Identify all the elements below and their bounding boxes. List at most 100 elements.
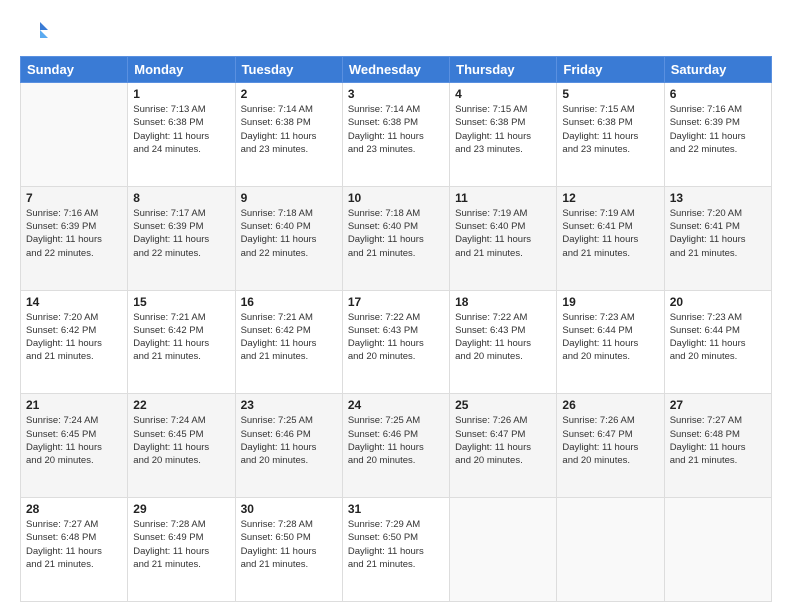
calendar-cell: 9Sunrise: 7:18 AMSunset: 6:40 PMDaylight… [235, 186, 342, 290]
day-number: 12 [562, 191, 658, 205]
calendar-cell: 29 Sunrise: 7:28 AMSunset: 6:49 PMDayligh… [128, 498, 235, 602]
day-info: Sunrise: 7:25 AMSunset: 6:46 PMDaylight:… [241, 414, 337, 467]
day-number: 10 [348, 191, 444, 205]
day-info: Sunrise: 7:25 AMSunset: 6:46 PMDaylight:… [348, 414, 444, 467]
day-number: 14 [26, 295, 122, 309]
calendar-cell: 16 Sunrise: 7:21 AMSunset: 6:42 PMDayligh… [235, 290, 342, 394]
day-number: 9 [241, 191, 337, 205]
day-number: 22 [133, 398, 229, 412]
day-number: 19 [562, 295, 658, 309]
calendar-cell: 4Sunrise: 7:15 AMSunset: 6:38 PMDaylight… [450, 83, 557, 187]
day-info: Sunrise: 7:23 AMSunset: 6:44 PMDaylight:… [562, 311, 658, 364]
day-info: Sunrise: 7:14 AMSunset: 6:38 PMDaylight:… [348, 103, 444, 156]
calendar-header-tuesday: Tuesday [235, 57, 342, 83]
logo-icon [20, 18, 48, 46]
day-info: Sunrise: 7:19 AMSunset: 6:40 PMDaylight:… [455, 207, 551, 260]
day-number: 23 [241, 398, 337, 412]
calendar-cell [557, 498, 664, 602]
calendar-cell: 31 Sunrise: 7:29 AMSunset: 6:50 PMDayligh… [342, 498, 449, 602]
calendar-cell: 23 Sunrise: 7:25 AMSunset: 6:46 PMDayligh… [235, 394, 342, 498]
calendar-cell: 3 Sunrise: 7:14 AMSunset: 6:38 PMDaylight… [342, 83, 449, 187]
day-number: 18 [455, 295, 551, 309]
day-number: 3 [348, 87, 444, 101]
calendar-cell: 8 Sunrise: 7:17 AMSunset: 6:39 PMDaylight… [128, 186, 235, 290]
day-info: Sunrise: 7:22 AMSunset: 6:43 PMDaylight:… [348, 311, 444, 364]
calendar-table: SundayMondayTuesdayWednesdayThursdayFrid… [20, 56, 772, 602]
calendar-cell: 5 Sunrise: 7:15 AMSunset: 6:38 PMDaylight… [557, 83, 664, 187]
day-number: 8 [133, 191, 229, 205]
day-info: Sunrise: 7:13 AMSunset: 6:38 PMDaylight:… [133, 103, 229, 156]
header [20, 18, 772, 46]
calendar-cell: 18 Sunrise: 7:22 AMSunset: 6:43 PMDayligh… [450, 290, 557, 394]
day-info: Sunrise: 7:22 AMSunset: 6:43 PMDaylight:… [455, 311, 551, 364]
calendar-cell: 30 Sunrise: 7:28 AMSunset: 6:50 PMDayligh… [235, 498, 342, 602]
calendar-cell: 11Sunrise: 7:19 AMSunset: 6:40 PMDayligh… [450, 186, 557, 290]
day-number: 13 [670, 191, 766, 205]
calendar-cell: 17 Sunrise: 7:22 AMSunset: 6:43 PMDayligh… [342, 290, 449, 394]
day-info: Sunrise: 7:27 AMSunset: 6:48 PMDaylight:… [26, 518, 122, 571]
calendar-cell: 24 Sunrise: 7:25 AMSunset: 6:46 PMDayligh… [342, 394, 449, 498]
day-number: 17 [348, 295, 444, 309]
calendar-cell: 28 Sunrise: 7:27 AMSunset: 6:48 PMDayligh… [21, 498, 128, 602]
calendar-cell: 12 Sunrise: 7:19 AMSunset: 6:41 PMDayligh… [557, 186, 664, 290]
day-number: 1 [133, 87, 229, 101]
day-info: Sunrise: 7:21 AMSunset: 6:42 PMDaylight:… [133, 311, 229, 364]
calendar-cell: 21 Sunrise: 7:24 AMSunset: 6:45 PMDayligh… [21, 394, 128, 498]
calendar-cell: 1 Sunrise: 7:13 AMSunset: 6:38 PMDaylight… [128, 83, 235, 187]
day-number: 21 [26, 398, 122, 412]
day-info: Sunrise: 7:27 AMSunset: 6:48 PMDaylight:… [670, 414, 766, 467]
day-number: 31 [348, 502, 444, 516]
calendar-cell: 10 Sunrise: 7:18 AMSunset: 6:40 PMDayligh… [342, 186, 449, 290]
day-number: 28 [26, 502, 122, 516]
day-number: 27 [670, 398, 766, 412]
calendar-cell: 19 Sunrise: 7:23 AMSunset: 6:44 PMDayligh… [557, 290, 664, 394]
calendar-header-row: SundayMondayTuesdayWednesdayThursdayFrid… [21, 57, 772, 83]
day-info: Sunrise: 7:15 AMSunset: 6:38 PMDaylight:… [562, 103, 658, 156]
day-info: Sunrise: 7:16 AMSunset: 6:39 PMDaylight:… [26, 207, 122, 260]
day-number: 29 [133, 502, 229, 516]
day-info: Sunrise: 7:24 AMSunset: 6:45 PMDaylight:… [133, 414, 229, 467]
calendar-cell: 20 Sunrise: 7:23 AMSunset: 6:44 PMDayligh… [664, 290, 771, 394]
calendar-week-2: 7 Sunrise: 7:16 AMSunset: 6:39 PMDaylight… [21, 186, 772, 290]
day-number: 24 [348, 398, 444, 412]
day-info: Sunrise: 7:21 AMSunset: 6:42 PMDaylight:… [241, 311, 337, 364]
calendar-cell: 2 Sunrise: 7:14 AMSunset: 6:38 PMDaylight… [235, 83, 342, 187]
calendar-cell: 6Sunrise: 7:16 AMSunset: 6:39 PMDaylight… [664, 83, 771, 187]
day-number: 16 [241, 295, 337, 309]
day-info: Sunrise: 7:26 AMSunset: 6:47 PMDaylight:… [455, 414, 551, 467]
day-info: Sunrise: 7:17 AMSunset: 6:39 PMDaylight:… [133, 207, 229, 260]
calendar-header-sunday: Sunday [21, 57, 128, 83]
day-info: Sunrise: 7:28 AMSunset: 6:50 PMDaylight:… [241, 518, 337, 571]
day-number: 30 [241, 502, 337, 516]
calendar-week-3: 14 Sunrise: 7:20 AMSunset: 6:42 PMDayligh… [21, 290, 772, 394]
day-info: Sunrise: 7:26 AMSunset: 6:47 PMDaylight:… [562, 414, 658, 467]
calendar-header-saturday: Saturday [664, 57, 771, 83]
day-info: Sunrise: 7:18 AMSunset: 6:40 PMDaylight:… [348, 207, 444, 260]
calendar-header-monday: Monday [128, 57, 235, 83]
day-info: Sunrise: 7:19 AMSunset: 6:41 PMDaylight:… [562, 207, 658, 260]
calendar-cell: 14 Sunrise: 7:20 AMSunset: 6:42 PMDayligh… [21, 290, 128, 394]
day-info: Sunrise: 7:24 AMSunset: 6:45 PMDaylight:… [26, 414, 122, 467]
calendar-cell [664, 498, 771, 602]
day-number: 6 [670, 87, 766, 101]
day-number: 2 [241, 87, 337, 101]
calendar-cell: 26Sunrise: 7:26 AMSunset: 6:47 PMDayligh… [557, 394, 664, 498]
calendar-week-1: 1 Sunrise: 7:13 AMSunset: 6:38 PMDaylight… [21, 83, 772, 187]
day-info: Sunrise: 7:29 AMSunset: 6:50 PMDaylight:… [348, 518, 444, 571]
day-number: 7 [26, 191, 122, 205]
calendar-week-5: 28 Sunrise: 7:27 AMSunset: 6:48 PMDayligh… [21, 498, 772, 602]
day-info: Sunrise: 7:28 AMSunset: 6:49 PMDaylight:… [133, 518, 229, 571]
calendar-week-4: 21 Sunrise: 7:24 AMSunset: 6:45 PMDayligh… [21, 394, 772, 498]
calendar-cell: 22 Sunrise: 7:24 AMSunset: 6:45 PMDayligh… [128, 394, 235, 498]
day-info: Sunrise: 7:20 AMSunset: 6:42 PMDaylight:… [26, 311, 122, 364]
day-info: Sunrise: 7:23 AMSunset: 6:44 PMDaylight:… [670, 311, 766, 364]
page: SundayMondayTuesdayWednesdayThursdayFrid… [0, 0, 792, 612]
day-number: 5 [562, 87, 658, 101]
day-info: Sunrise: 7:14 AMSunset: 6:38 PMDaylight:… [241, 103, 337, 156]
calendar-header-friday: Friday [557, 57, 664, 83]
calendar-cell: 15Sunrise: 7:21 AMSunset: 6:42 PMDayligh… [128, 290, 235, 394]
logo [20, 18, 52, 46]
calendar-cell [450, 498, 557, 602]
calendar-cell: 25Sunrise: 7:26 AMSunset: 6:47 PMDayligh… [450, 394, 557, 498]
day-number: 20 [670, 295, 766, 309]
